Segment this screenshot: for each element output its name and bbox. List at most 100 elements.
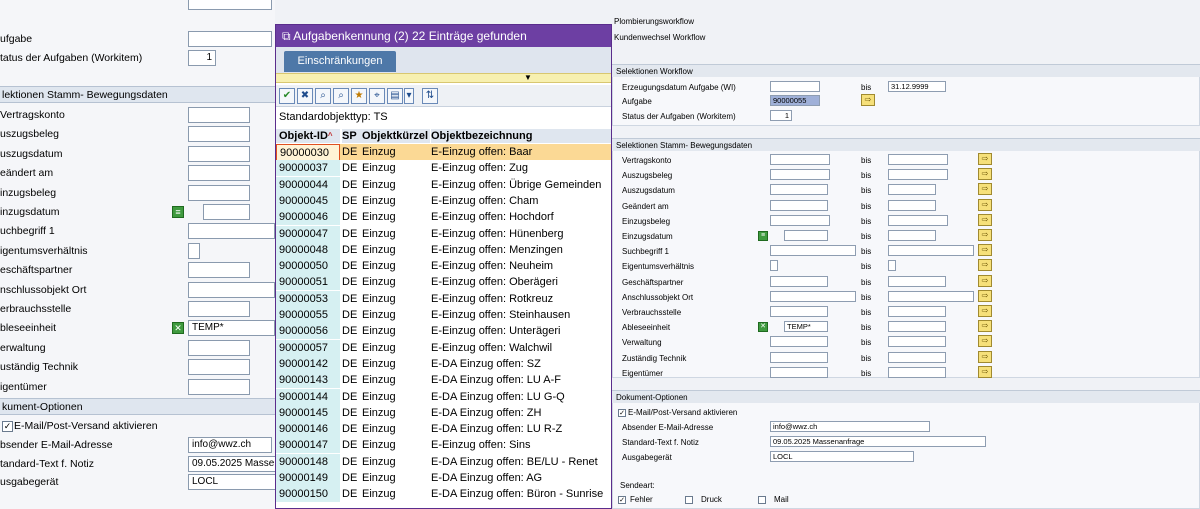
email-post-checkbox[interactable]: ✓ — [2, 421, 13, 432]
standard-text-input[interactable]: 09.05.2025 Masse — [188, 456, 275, 472]
right-stamm-from-input[interactable] — [770, 366, 828, 378]
send-druck-checkbox[interactable] — [685, 496, 693, 504]
find-next-icon[interactable]: ⌕ — [333, 88, 349, 104]
table-row[interactable]: 90000051 DE Einzug E-Einzug offen: Oberä… — [276, 274, 611, 291]
left-stamm-input[interactable] — [188, 107, 250, 123]
right-stamm-from-input[interactable] — [770, 184, 828, 196]
left-stamm-input[interactable] — [188, 339, 250, 356]
left-stamm-input[interactable] — [188, 223, 275, 240]
restrictions-toggle-bar[interactable]: ▼ — [276, 73, 611, 83]
multiple-selection-icon[interactable]: ⇨ — [978, 289, 992, 302]
right-stamm-from-input[interactable] — [770, 154, 830, 165]
left-stamm-input[interactable] — [188, 378, 250, 395]
table-row[interactable]: 90000050 DE Einzug E-Einzug offen: Neuhe… — [276, 258, 611, 275]
right-stamm-to-input[interactable] — [888, 199, 936, 211]
right-stamm-to-input[interactable] — [888, 321, 946, 333]
list-icon[interactable]: ≡ — [172, 206, 184, 218]
multiple-selection-icon[interactable]: ⇨ — [978, 244, 992, 257]
multiple-selection-icon[interactable]: ⇨ — [978, 183, 992, 196]
print-dropdown-icon[interactable]: ▾ — [404, 88, 414, 104]
left-stamm-input[interactable] — [188, 301, 250, 317]
right-stamm-to-input[interactable] — [888, 366, 946, 378]
multiple-selection-icon[interactable]: ⇨ — [978, 198, 992, 211]
right-stamm-to-input[interactable] — [888, 184, 936, 196]
exclude-icon[interactable]: ✕ — [758, 322, 768, 333]
send-fehler-checkbox[interactable]: ✓ — [618, 496, 626, 504]
left-stamm-input[interactable] — [188, 184, 250, 201]
table-row[interactable]: 90000148 DE Einzug E-DA Einzug offen: BE… — [276, 453, 611, 470]
table-row[interactable]: 90000142 DE Einzug E-DA Einzug offen: SZ — [276, 355, 611, 372]
table-row[interactable]: 90000048 DE Einzug E-Einzug offen: Menzi… — [276, 241, 611, 258]
col-header-bezeichnung[interactable]: Objektbezeichnung — [431, 129, 611, 143]
favorite-icon[interactable]: ★ — [351, 88, 367, 104]
left-stamm-input[interactable] — [188, 262, 250, 279]
table-row[interactable]: 90000044 DE Einzug E-Einzug offen: Übrig… — [276, 176, 611, 193]
table-row[interactable]: 90000055 DE Einzug E-Einzug offen: Stein… — [276, 307, 611, 323]
table-row[interactable]: 90000057 DE Einzug E-Einzug offen: Walch… — [276, 339, 611, 356]
right-stamm-from-input[interactable]: TEMP* — [784, 321, 828, 333]
confirm-icon[interactable]: ✔ — [279, 88, 295, 104]
table-row[interactable]: 90000143 DE Einzug E-DA Einzug offen: LU… — [276, 372, 611, 389]
aufgabe-input-r[interactable]: 90000055 — [770, 95, 820, 106]
right-stamm-to-input[interactable] — [888, 260, 896, 272]
multiple-selection-icon[interactable]: ⇨ — [978, 259, 992, 272]
table-row[interactable]: 90000149 DE Einzug E-DA Einzug offen: AG — [276, 470, 611, 486]
absender-input-r[interactable]: info@wwz.ch — [770, 421, 930, 432]
right-stamm-to-input[interactable] — [888, 154, 948, 165]
exclude-icon[interactable]: ✕ — [172, 322, 184, 335]
list-icon[interactable]: ≡ — [758, 231, 768, 241]
multiple-selection-icon[interactable]: ⇨ — [978, 168, 992, 181]
left-stamm-input[interactable] — [188, 165, 250, 182]
table-row[interactable]: 90000045 DE Einzug E-Einzug offen: Cham — [276, 192, 611, 209]
input-partial-top[interactable] — [188, 0, 272, 10]
table-row[interactable]: 90000144 DE Einzug E-DA Einzug offen: LU… — [276, 388, 611, 405]
standard-text-input-r[interactable]: 09.05.2025 Massenanfrage — [770, 436, 986, 447]
right-stamm-from-input[interactable] — [770, 245, 856, 257]
multiple-selection-icon[interactable]: ⇨ — [978, 213, 992, 226]
sort-icon[interactable]: ⇅ — [422, 88, 438, 104]
left-stamm-input[interactable]: TEMP* — [188, 320, 275, 337]
print-icon[interactable]: ▤ — [387, 88, 403, 104]
table-row[interactable]: 90000037 DE Einzug E-Einzug offen: Zug — [276, 160, 611, 177]
send-mail-checkbox[interactable] — [758, 496, 766, 504]
multiple-selection-icon[interactable]: ⇨ — [978, 350, 992, 363]
multiple-selection-icon[interactable]: ⇨ — [861, 94, 875, 106]
tab-einschraenkungen[interactable]: Einschränkungen — [284, 51, 396, 72]
absender-input[interactable]: info@wwz.ch — [188, 437, 272, 453]
right-stamm-from-input[interactable] — [770, 275, 828, 287]
right-stamm-to-input[interactable] — [888, 290, 974, 302]
ausgabegeraet-input[interactable]: LOCL — [188, 474, 275, 490]
table-row[interactable]: 90000046 DE Einzug E-Einzug offen: Hochd… — [276, 209, 611, 226]
filter-icon[interactable]: ⌖ — [369, 88, 385, 104]
ausgabegeraet-input-r[interactable]: LOCL — [770, 451, 914, 462]
right-stamm-from-input[interactable] — [770, 214, 830, 226]
right-stamm-from-input[interactable] — [770, 351, 828, 363]
right-stamm-to-input[interactable] — [888, 275, 946, 287]
left-stamm-input[interactable] — [188, 281, 275, 298]
multiple-selection-icon[interactable]: ⇨ — [978, 274, 992, 287]
table-row[interactable]: 90000030 DE Einzug E-Einzug offen: Baar — [276, 144, 611, 162]
left-stamm-input[interactable] — [188, 145, 250, 162]
table-row[interactable]: 90000047 DE Einzug E-Einzug offen: Hünen… — [276, 225, 611, 242]
left-stamm-input[interactable] — [188, 126, 250, 143]
col-header-kuerzel[interactable]: Objektkürzel — [362, 129, 430, 143]
table-row[interactable]: 90000150 DE Einzug E-DA Einzug offen: Bü… — [276, 486, 611, 503]
right-stamm-from-input[interactable] — [770, 199, 828, 211]
col-header-sp[interactable]: SP — [342, 129, 362, 143]
right-stamm-to-input[interactable] — [888, 169, 948, 181]
multiple-selection-icon[interactable]: ⇨ — [978, 229, 992, 241]
erzeugungsdatum-from-input[interactable] — [770, 81, 820, 92]
col-header-id[interactable]: Objekt-ID^ — [276, 129, 340, 143]
email-post-checkbox-r[interactable]: ✓ — [618, 409, 626, 417]
multiple-selection-icon[interactable]: ⇨ — [978, 320, 992, 333]
right-stamm-to-input[interactable] — [888, 245, 974, 257]
table-row[interactable]: 90000146 DE Einzug E-DA Einzug offen: LU… — [276, 421, 611, 438]
left-stamm-input[interactable] — [188, 242, 200, 259]
chevron-down-icon[interactable]: ▼ — [524, 74, 532, 82]
multiple-selection-icon[interactable]: ⇨ — [978, 153, 992, 165]
right-stamm-to-input[interactable] — [888, 230, 936, 241]
right-stamm-from-input[interactable] — [770, 169, 830, 181]
right-stamm-from-input[interactable] — [784, 230, 828, 241]
table-row[interactable]: 90000056 DE Einzug E-Einzug offen: Unter… — [276, 323, 611, 340]
right-stamm-to-input[interactable] — [888, 351, 946, 363]
